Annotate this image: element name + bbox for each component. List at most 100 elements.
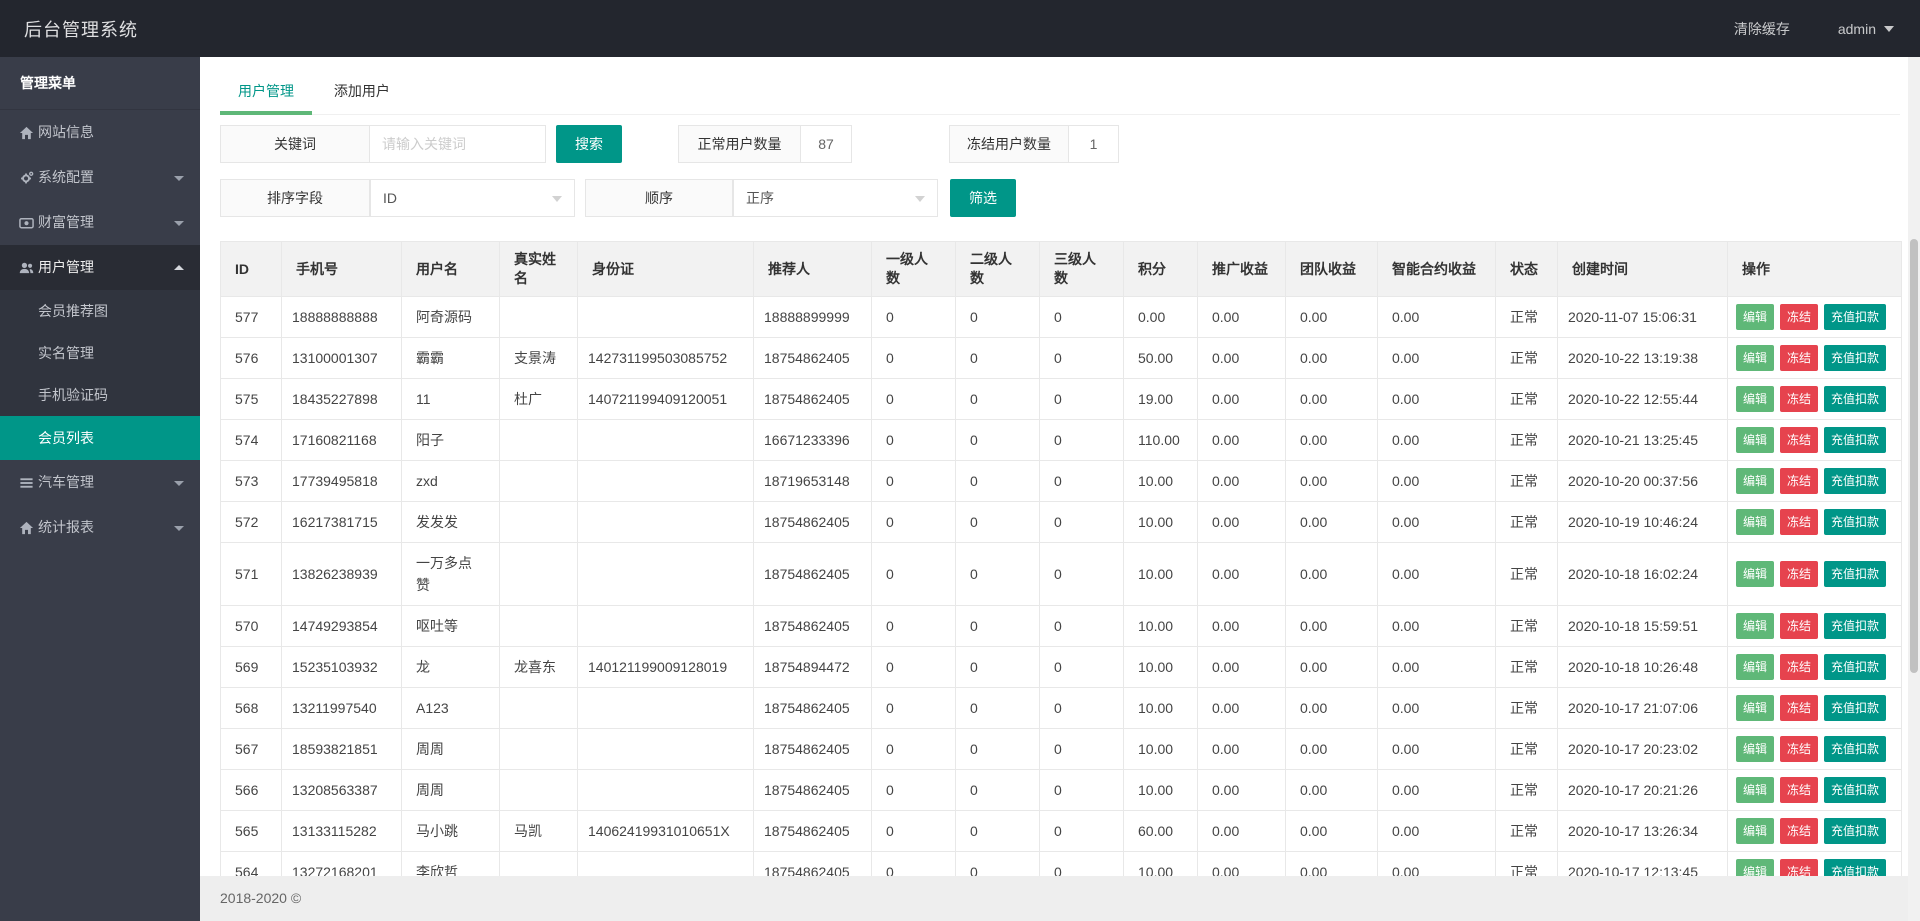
freeze-button[interactable]: 冻结 bbox=[1780, 613, 1818, 639]
order-label: 顺序 bbox=[585, 179, 733, 217]
recharge-deduct-button[interactable]: 充值扣款 bbox=[1824, 386, 1886, 412]
cell-team-income: 0.00 bbox=[1286, 606, 1378, 647]
column-header-referrer: 推荐人 bbox=[754, 242, 872, 297]
cell-created-time: 2020-10-21 13:25:45 bbox=[1558, 420, 1728, 461]
edit-button[interactable]: 编辑 bbox=[1736, 818, 1774, 844]
recharge-deduct-button[interactable]: 充值扣款 bbox=[1824, 695, 1886, 721]
sidebar-item-phone-verification[interactable]: 手机验证码 bbox=[0, 374, 200, 416]
sidebar-item-member-list[interactable]: 会员列表 bbox=[0, 416, 200, 460]
cell-username: zxd bbox=[402, 461, 500, 502]
cell-username: 一万多点赞 bbox=[402, 543, 500, 606]
cell-phone: 18593821851 bbox=[282, 729, 402, 770]
order-select[interactable]: 正序 bbox=[733, 179, 938, 217]
vertical-scrollbar[interactable] bbox=[1908, 57, 1920, 921]
edit-button[interactable]: 编辑 bbox=[1736, 777, 1774, 803]
cell-realname bbox=[500, 297, 578, 338]
search-button[interactable]: 搜索 bbox=[556, 125, 622, 163]
table-row: 57113826238939一万多点赞1875486240500010.000.… bbox=[221, 543, 1902, 606]
sidebar-item-wealth-management[interactable]: 财富管理 bbox=[0, 200, 200, 245]
edit-button[interactable]: 编辑 bbox=[1736, 561, 1774, 587]
freeze-button[interactable]: 冻结 bbox=[1780, 345, 1818, 371]
cell-team-income: 0.00 bbox=[1286, 379, 1378, 420]
sort-field-select[interactable]: ID bbox=[370, 179, 575, 217]
cell-level1-count: 0 bbox=[872, 770, 956, 811]
cell-referrer: 18754862405 bbox=[754, 729, 872, 770]
cell-points: 50.00 bbox=[1124, 338, 1198, 379]
edit-button[interactable]: 编辑 bbox=[1736, 304, 1774, 330]
edit-button[interactable]: 编辑 bbox=[1736, 386, 1774, 412]
cell-team-income: 0.00 bbox=[1286, 811, 1378, 852]
recharge-deduct-button[interactable]: 充值扣款 bbox=[1824, 509, 1886, 535]
sidebar-item-site-info[interactable]: 网站信息 bbox=[0, 110, 200, 155]
column-header-contract-income: 智能合约收益 bbox=[1378, 242, 1496, 297]
cell-idcard bbox=[578, 502, 754, 543]
freeze-button[interactable]: 冻结 bbox=[1780, 427, 1818, 453]
cell-created-time: 2020-10-19 10:46:24 bbox=[1558, 502, 1728, 543]
edit-button[interactable]: 编辑 bbox=[1736, 427, 1774, 453]
recharge-deduct-button[interactable]: 充值扣款 bbox=[1824, 561, 1886, 587]
edit-button[interactable]: 编辑 bbox=[1736, 736, 1774, 762]
members-table: ID手机号用户名真实姓名身份证推荐人一级人数二级人数三级人数积分推广收益团队收益… bbox=[220, 241, 1902, 893]
cell-referrer: 16671233396 bbox=[754, 420, 872, 461]
column-header-id: ID bbox=[221, 242, 282, 297]
sidebar-item-system-config[interactable]: 系统配置 bbox=[0, 155, 200, 200]
cell-idcard bbox=[578, 688, 754, 729]
edit-button[interactable]: 编辑 bbox=[1736, 468, 1774, 494]
recharge-deduct-button[interactable]: 充值扣款 bbox=[1824, 777, 1886, 803]
cell-username: 周周 bbox=[402, 729, 500, 770]
filter-button[interactable]: 筛选 bbox=[950, 179, 1016, 217]
freeze-button[interactable]: 冻结 bbox=[1780, 654, 1818, 680]
sidebar-section-title: 管理菜单 bbox=[0, 57, 200, 110]
scrollbar-thumb[interactable] bbox=[1910, 239, 1918, 673]
clear-cache-link[interactable]: 清除缓存 bbox=[1734, 19, 1790, 39]
recharge-deduct-button[interactable]: 充值扣款 bbox=[1824, 304, 1886, 330]
cell-level3-count: 0 bbox=[1040, 461, 1124, 502]
tab-user-management[interactable]: 用户管理 bbox=[220, 71, 312, 115]
search-row: 关键词 搜索 正常用户数量 87 冻结用户数量 1 bbox=[220, 125, 1900, 163]
sidebar-item-user-management[interactable]: 用户管理 bbox=[0, 245, 200, 290]
recharge-deduct-button[interactable]: 充值扣款 bbox=[1824, 468, 1886, 494]
freeze-button[interactable]: 冻结 bbox=[1780, 304, 1818, 330]
recharge-deduct-button[interactable]: 充值扣款 bbox=[1824, 736, 1886, 762]
freeze-button[interactable]: 冻结 bbox=[1780, 386, 1818, 412]
home-icon bbox=[19, 520, 34, 535]
cell-phone: 14749293854 bbox=[282, 606, 402, 647]
sidebar-item-realname-management[interactable]: 实名管理 bbox=[0, 332, 200, 374]
freeze-button[interactable]: 冻结 bbox=[1780, 777, 1818, 803]
cell-realname: 支景涛 bbox=[500, 338, 578, 379]
user-menu[interactable]: admin bbox=[1838, 21, 1894, 37]
freeze-button[interactable]: 冻结 bbox=[1780, 818, 1818, 844]
column-header-status: 状态 bbox=[1496, 242, 1558, 297]
cell-contract-income: 0.00 bbox=[1378, 729, 1496, 770]
freeze-button[interactable]: 冻结 bbox=[1780, 561, 1818, 587]
recharge-deduct-button[interactable]: 充值扣款 bbox=[1824, 654, 1886, 680]
cell-idcard bbox=[578, 606, 754, 647]
freeze-button[interactable]: 冻结 bbox=[1780, 468, 1818, 494]
edit-button[interactable]: 编辑 bbox=[1736, 509, 1774, 535]
sidebar-item-statistics-report[interactable]: 统计报表 bbox=[0, 505, 200, 550]
sidebar-item-member-referral-chart[interactable]: 会员推荐图 bbox=[0, 290, 200, 332]
freeze-button[interactable]: 冻结 bbox=[1780, 695, 1818, 721]
recharge-deduct-button[interactable]: 充值扣款 bbox=[1824, 345, 1886, 371]
tab-add-user[interactable]: 添加用户 bbox=[316, 71, 408, 115]
sidebar-item-car-management[interactable]: 汽车管理 bbox=[0, 460, 200, 505]
cell-level1-count: 0 bbox=[872, 338, 956, 379]
edit-button[interactable]: 编辑 bbox=[1736, 695, 1774, 721]
freeze-button[interactable]: 冻结 bbox=[1780, 736, 1818, 762]
keyword-input[interactable] bbox=[370, 125, 546, 163]
cell-level2-count: 0 bbox=[956, 461, 1040, 502]
cell-team-income: 0.00 bbox=[1286, 461, 1378, 502]
recharge-deduct-button[interactable]: 充值扣款 bbox=[1824, 818, 1886, 844]
chevron-down-icon bbox=[174, 221, 184, 226]
normal-users-value: 87 bbox=[801, 125, 852, 163]
table-row: 5751843522789811杜广1407211994091200511875… bbox=[221, 379, 1902, 420]
cell-level1-count: 0 bbox=[872, 606, 956, 647]
edit-button[interactable]: 编辑 bbox=[1736, 345, 1774, 371]
edit-button[interactable]: 编辑 bbox=[1736, 613, 1774, 639]
recharge-deduct-button[interactable]: 充值扣款 bbox=[1824, 427, 1886, 453]
freeze-button[interactable]: 冻结 bbox=[1780, 509, 1818, 535]
recharge-deduct-button[interactable]: 充值扣款 bbox=[1824, 613, 1886, 639]
cell-contract-income: 0.00 bbox=[1378, 502, 1496, 543]
keyword-label: 关键词 bbox=[220, 125, 370, 163]
edit-button[interactable]: 编辑 bbox=[1736, 654, 1774, 680]
